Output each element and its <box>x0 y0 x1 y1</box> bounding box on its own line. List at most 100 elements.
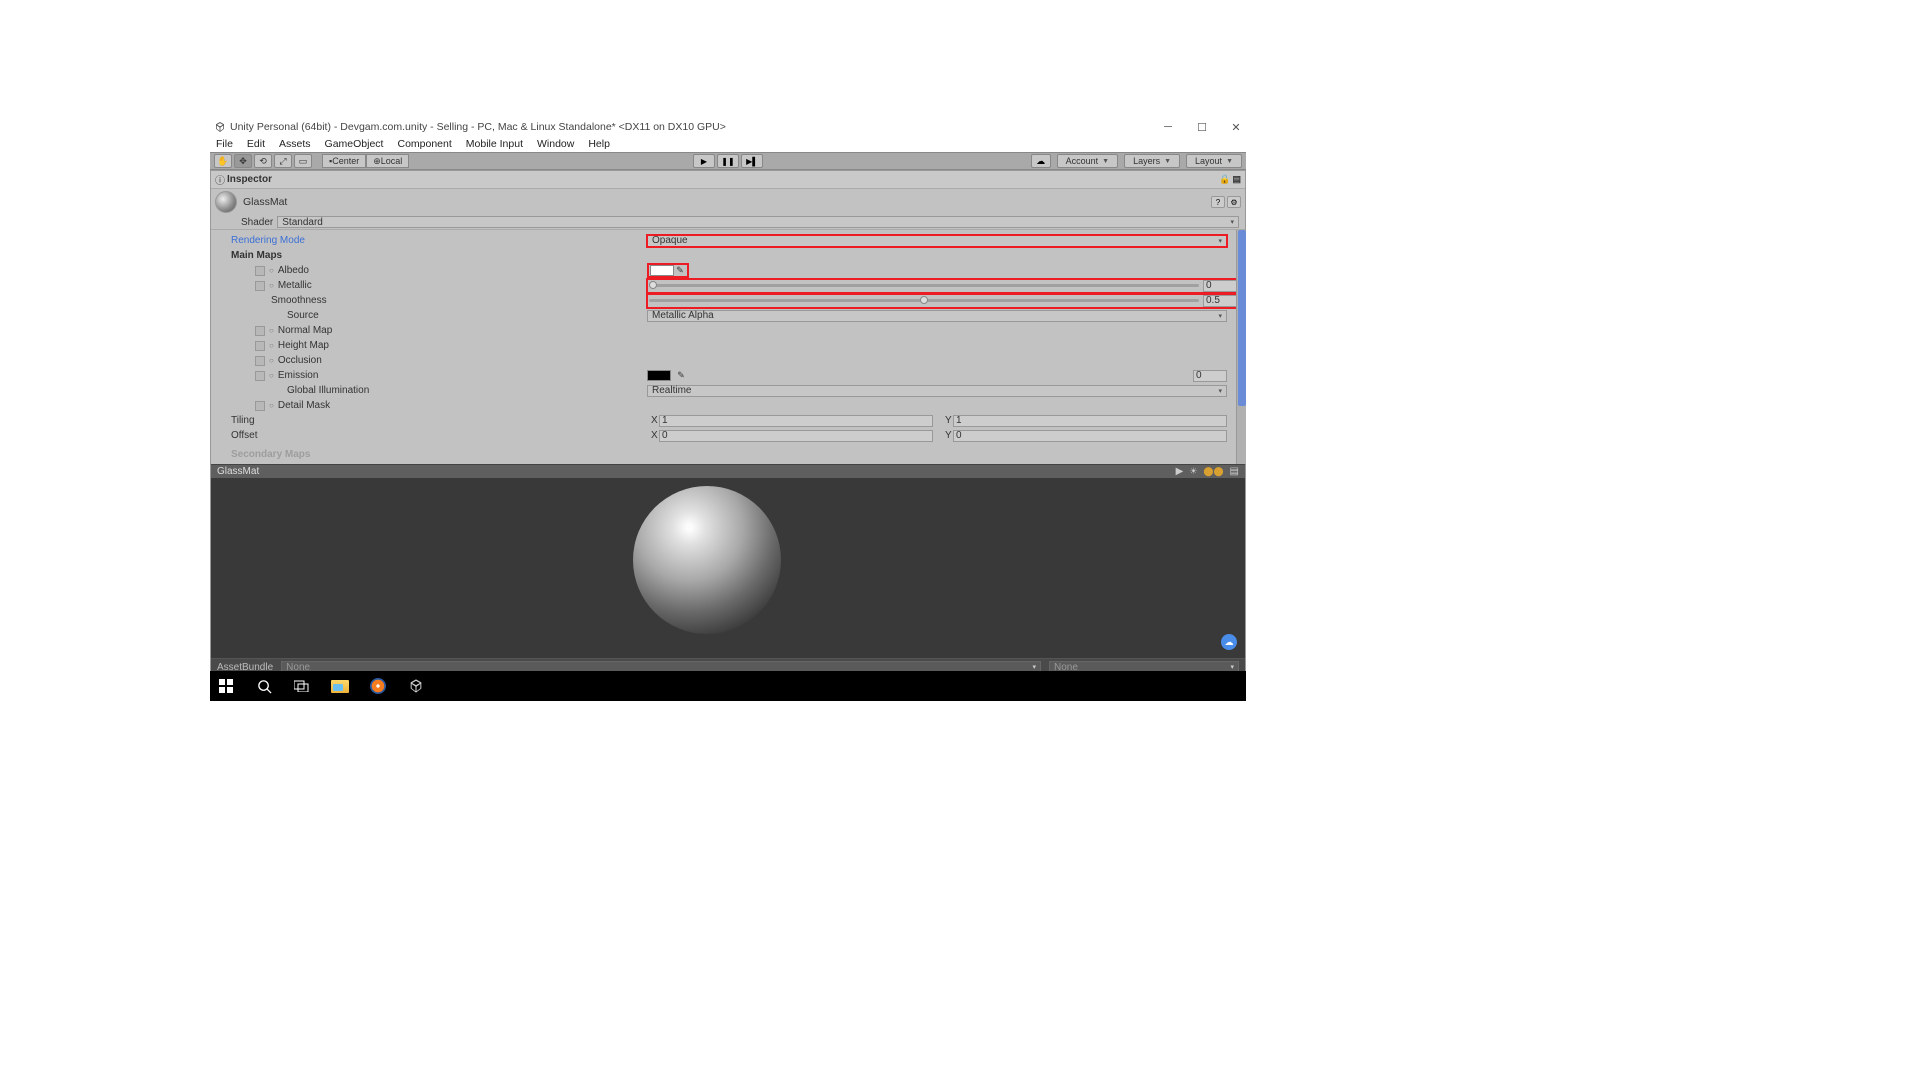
offset-x-label: X <box>647 430 659 441</box>
layers-dropdown[interactable]: Layers▼ <box>1124 154 1180 168</box>
unity-logo-icon <box>214 121 226 133</box>
tool-rotate[interactable]: ⟲ <box>254 154 272 168</box>
preview-menu-icon[interactable]: ▤ <box>1230 466 1239 477</box>
pivot-local-toggle[interactable]: ⊕ Local <box>366 154 409 168</box>
taskbar-blender-icon[interactable] <box>368 676 388 696</box>
rendering-mode-dropdown[interactable]: Opaque▾ <box>647 235 1227 247</box>
metallic-slider[interactable] <box>649 284 1199 287</box>
tiling-y-field[interactable]: 1 <box>953 415 1227 427</box>
menu-help[interactable]: Help <box>588 138 610 150</box>
metallic-label: Metallic <box>278 280 312 291</box>
window-maximize-button[interactable]: ☐ <box>1196 121 1208 133</box>
occlusion-picker-icon[interactable]: ○ <box>269 356 274 365</box>
inspector-tab[interactable]: ⓘInspector 🔒 ▤ <box>211 171 1245 189</box>
preview-link-icon[interactable]: ⬤⬤ <box>1203 466 1223 477</box>
menu-component[interactable]: Component <box>397 138 451 150</box>
menu-assets[interactable]: Assets <box>279 138 311 150</box>
preview-sphere <box>633 486 781 634</box>
menu-window[interactable]: Window <box>537 138 574 150</box>
albedo-color-swatch[interactable] <box>650 265 674 276</box>
play-button[interactable]: ▶ <box>693 154 715 168</box>
inspector-lock-icon[interactable]: 🔒 <box>1219 174 1230 185</box>
occlusion-label: Occlusion <box>278 355 322 366</box>
emission-value-field[interactable]: 0 <box>1193 370 1227 382</box>
emission-picker-icon[interactable]: ○ <box>269 371 274 380</box>
detailmask-label: Detail Mask <box>278 400 330 411</box>
step-button[interactable]: ▶▌ <box>741 154 763 168</box>
inspector-scrollbar[interactable] <box>1236 230 1246 464</box>
cloud-button[interactable]: ☁ <box>1031 154 1051 168</box>
normalmap-picker-icon[interactable]: ○ <box>269 326 274 335</box>
offset-y-label: Y <box>941 430 953 441</box>
shader-dropdown[interactable]: Standard▾ <box>277 216 1239 228</box>
heightmap-label: Height Map <box>278 340 329 351</box>
material-properties: Rendering Mode Opaque▾ Main Maps ○Albedo… <box>211 230 1245 464</box>
albedo-picker-icon[interactable]: ○ <box>269 266 274 275</box>
tool-hand[interactable]: ✋ <box>214 154 232 168</box>
pivot-center-toggle[interactable]: ▪ Center <box>322 154 366 168</box>
detailmask-picker-icon[interactable]: ○ <box>269 401 274 410</box>
account-dropdown[interactable]: Account▼ <box>1057 154 1118 168</box>
material-help-icon[interactable]: ? <box>1211 196 1225 208</box>
taskbar-unity-icon[interactable] <box>406 676 426 696</box>
offset-y-field[interactable]: 0 <box>953 430 1227 442</box>
preview-play-icon[interactable]: ▶ <box>1176 466 1184 477</box>
material-preview-icon <box>215 191 237 213</box>
tiling-y-label: Y <box>941 415 953 426</box>
tool-rect[interactable]: ▭ <box>294 154 312 168</box>
material-settings-icon[interactable]: ⚙ <box>1227 196 1241 208</box>
emission-color-swatch[interactable] <box>647 370 671 381</box>
secondary-maps-header: Secondary Maps <box>217 449 1239 461</box>
source-dropdown[interactable]: Metallic Alpha▾ <box>647 310 1227 322</box>
emission-label: Emission <box>278 370 319 381</box>
preview-cloud-icon[interactable]: ☁ <box>1221 634 1237 650</box>
metallic-texture-slot[interactable] <box>255 281 265 291</box>
smoothness-label: Smoothness <box>217 295 647 306</box>
menu-edit[interactable]: Edit <box>247 138 265 150</box>
inspector-panel: ⓘInspector 🔒 ▤ GlassMat ? ⚙ Shader Stand… <box>210 170 1246 690</box>
menu-gameobject[interactable]: GameObject <box>325 138 384 150</box>
tiling-x-field[interactable]: 1 <box>659 415 933 427</box>
pause-button[interactable]: ❚❚ <box>717 154 739 168</box>
metallic-picker-icon[interactable]: ○ <box>269 281 274 290</box>
smoothness-slider[interactable] <box>649 299 1199 302</box>
layout-dropdown[interactable]: Layout▼ <box>1186 154 1242 168</box>
main-maps-header: Main Maps <box>217 250 647 261</box>
menu-file[interactable]: File <box>216 138 233 150</box>
normalmap-texture-slot[interactable] <box>255 326 265 336</box>
albedo-eyedropper-icon[interactable]: ✎ <box>674 265 686 276</box>
taskbar-taskview-icon[interactable] <box>292 676 312 696</box>
start-button[interactable] <box>216 676 236 696</box>
windows-taskbar <box>210 671 1246 701</box>
smoothness-value-field[interactable]: 0.5 <box>1203 295 1237 307</box>
preview-light-icon[interactable]: ☀ <box>1189 466 1197 477</box>
tool-move[interactable]: ✥ <box>234 154 252 168</box>
emission-texture-slot[interactable] <box>255 371 265 381</box>
albedo-texture-slot[interactable] <box>255 266 265 276</box>
gi-dropdown[interactable]: Realtime▾ <box>647 385 1227 397</box>
material-preview-header: GlassMat ▶ ☀ ⬤⬤ ▤ <box>211 464 1245 478</box>
metallic-value-field[interactable]: 0 <box>1203 280 1237 292</box>
heightmap-texture-slot[interactable] <box>255 341 265 351</box>
normalmap-label: Normal Map <box>278 325 332 336</box>
detailmask-texture-slot[interactable] <box>255 401 265 411</box>
material-header: GlassMat ? ⚙ <box>211 189 1245 215</box>
taskbar-search-icon[interactable] <box>254 676 274 696</box>
inspector-menu-icon[interactable]: ▤ <box>1232 174 1241 185</box>
window-title: Unity Personal (64bit) - Devgam.com.unit… <box>230 121 726 133</box>
offset-x-field[interactable]: 0 <box>659 430 933 442</box>
menu-mobile-input[interactable]: Mobile Input <box>466 138 523 150</box>
occlusion-texture-slot[interactable] <box>255 356 265 366</box>
tiling-label: Tiling <box>217 415 647 426</box>
heightmap-picker-icon[interactable]: ○ <box>269 341 274 350</box>
source-label: Source <box>217 310 647 321</box>
taskbar-explorer-icon[interactable] <box>330 676 350 696</box>
albedo-label: Albedo <box>278 265 309 276</box>
tool-scale[interactable]: ⤢ <box>274 154 292 168</box>
shader-label: Shader <box>241 217 273 228</box>
unity-editor-window: Unity Personal (64bit) - Devgam.com.unit… <box>210 118 1246 690</box>
window-close-button[interactable]: ✕ <box>1230 121 1242 133</box>
window-minimize-button[interactable]: ─ <box>1162 121 1174 133</box>
material-preview-viewport[interactable]: ☁ <box>211 478 1245 658</box>
emission-eyedropper-icon[interactable]: ✎ <box>675 370 687 381</box>
